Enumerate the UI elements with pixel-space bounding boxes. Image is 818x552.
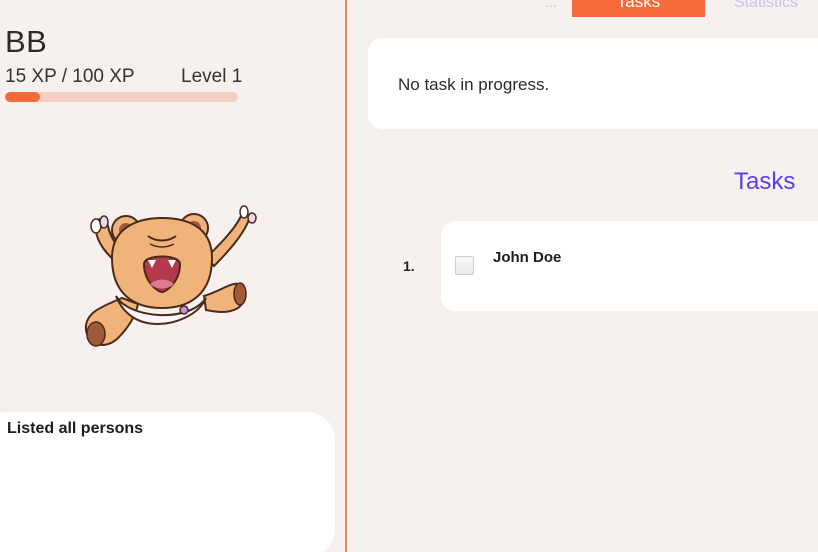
tab-more[interactable]: ...	[545, 0, 557, 10]
pet-name: BB	[5, 24, 48, 59]
task-in-progress-message: No task in progress.	[398, 75, 550, 94]
tab-statistics[interactable]: Statistics	[734, 0, 798, 12]
pet-panel: BB 15 XP / 100 XP Level 1 Listed all per…	[0, 0, 345, 552]
xp-progress-bar	[5, 92, 238, 102]
task-in-progress-card: No task in progress.	[368, 38, 818, 129]
task-card[interactable]: John Doe	[441, 221, 818, 311]
tab-tasks[interactable]: Tasks	[572, 0, 705, 17]
pet-bear-icon	[84, 205, 257, 347]
xp-text: 15 XP / 100 XP	[5, 66, 135, 87]
tasks-heading: Tasks	[734, 168, 796, 195]
task-index: 1.	[403, 258, 415, 274]
task-name: John Doe	[493, 249, 562, 266]
result-message: Listed all persons	[7, 420, 144, 437]
result-display: Listed all persons	[0, 412, 335, 552]
level-text: Level 1	[181, 66, 243, 87]
xp-progress-fill	[5, 92, 40, 102]
app-window: BB 15 XP / 100 XP Level 1 Listed all per…	[0, 0, 818, 552]
task-checkbox[interactable]	[455, 256, 474, 275]
main-panel: ... Tasks Statistics No task in progress…	[347, 0, 818, 552]
